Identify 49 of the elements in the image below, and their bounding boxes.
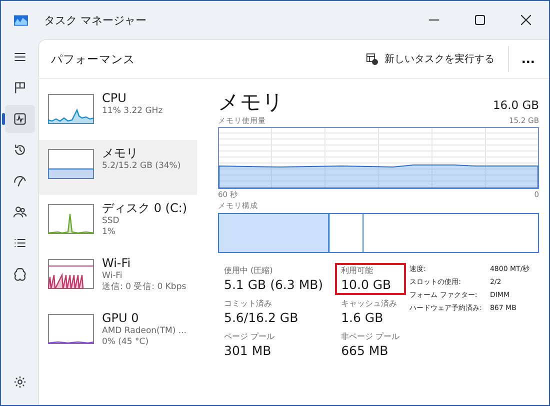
stat-label: 非ページ プール: [341, 331, 400, 342]
stat-label: 使用中 (圧縮): [224, 265, 274, 276]
device-name: メモリ: [102, 146, 139, 161]
usage-thumbnail: [48, 204, 94, 234]
stat-value: 1.6 GB: [341, 309, 384, 326]
stat-value: 10.0 GB: [341, 276, 392, 293]
device-name: CPU: [102, 91, 128, 106]
stat-label: ページ プール: [224, 331, 276, 342]
stat-value: 665 MB: [341, 342, 390, 359]
device-name: GPU 0: [102, 311, 140, 326]
device-detail: AMD Radeon(TM) ...: [102, 326, 187, 337]
menu-icon: [12, 50, 26, 64]
stat-label: 利用可能: [341, 265, 374, 276]
stat-value: 5.6/16.2 GB: [224, 309, 300, 326]
device-item[interactable]: メモリ 5.2/15.2 GB (34%): [39, 140, 197, 195]
settings-icon: [12, 375, 26, 389]
stat-label: キャッシュ済み: [341, 298, 398, 309]
run-task-button[interactable]: 新しいタスクを実行する: [360, 48, 500, 70]
nav-button[interactable]: [4, 105, 34, 133]
device-item[interactable]: Wi-Fi Wi-Fi 送信: 0 受信: 0 Kbps: [39, 250, 197, 305]
usage-thumbnail: [48, 149, 94, 179]
stat-value: 5.1 GB (6.3 MB): [224, 276, 324, 293]
app-icon: [14, 14, 28, 26]
device-detail: Wi-Fi: [102, 271, 124, 282]
device-detail: 送信: 0 受信: 0 Kbps: [102, 282, 186, 293]
stat-value: 301 MB: [224, 342, 272, 359]
history-icon: [12, 143, 26, 157]
device-item[interactable]: GPU 0 AMD Radeon(TM) ... 0% (45 °C): [39, 305, 197, 360]
device-name: ディスク 0 (C:): [102, 201, 188, 216]
device-detail: SSD: [102, 216, 120, 227]
close-icon[interactable]: [521, 15, 531, 25]
usage-thumbnail: [48, 259, 94, 289]
device-detail: 5.2/15.2 GB (34%): [102, 161, 181, 172]
stat-label: コミット済み: [224, 298, 273, 309]
device-name: Wi-Fi: [102, 256, 132, 271]
device-detail: 11% 3.22 GHz: [102, 106, 163, 117]
total-memory: 16.0 GB: [492, 98, 539, 112]
users-icon: [12, 205, 26, 219]
more-button[interactable]: ...: [517, 50, 539, 68]
detail-title: メモリ: [218, 89, 284, 115]
page-title: パフォーマンス: [51, 52, 135, 66]
window-title: タスク マネージャー: [44, 12, 146, 28]
device-detail: 0% (45 °C): [102, 337, 150, 348]
device-item[interactable]: ディスク 0 (C:) SSD 1%: [39, 195, 197, 250]
device-detail: 1%: [102, 227, 116, 238]
usage-thumbnail: [48, 94, 94, 124]
device-item[interactable]: CPU 11% 3.22 GHz: [39, 85, 197, 140]
maximize-icon[interactable]: [475, 15, 485, 25]
usage-thumbnail: [48, 314, 94, 344]
